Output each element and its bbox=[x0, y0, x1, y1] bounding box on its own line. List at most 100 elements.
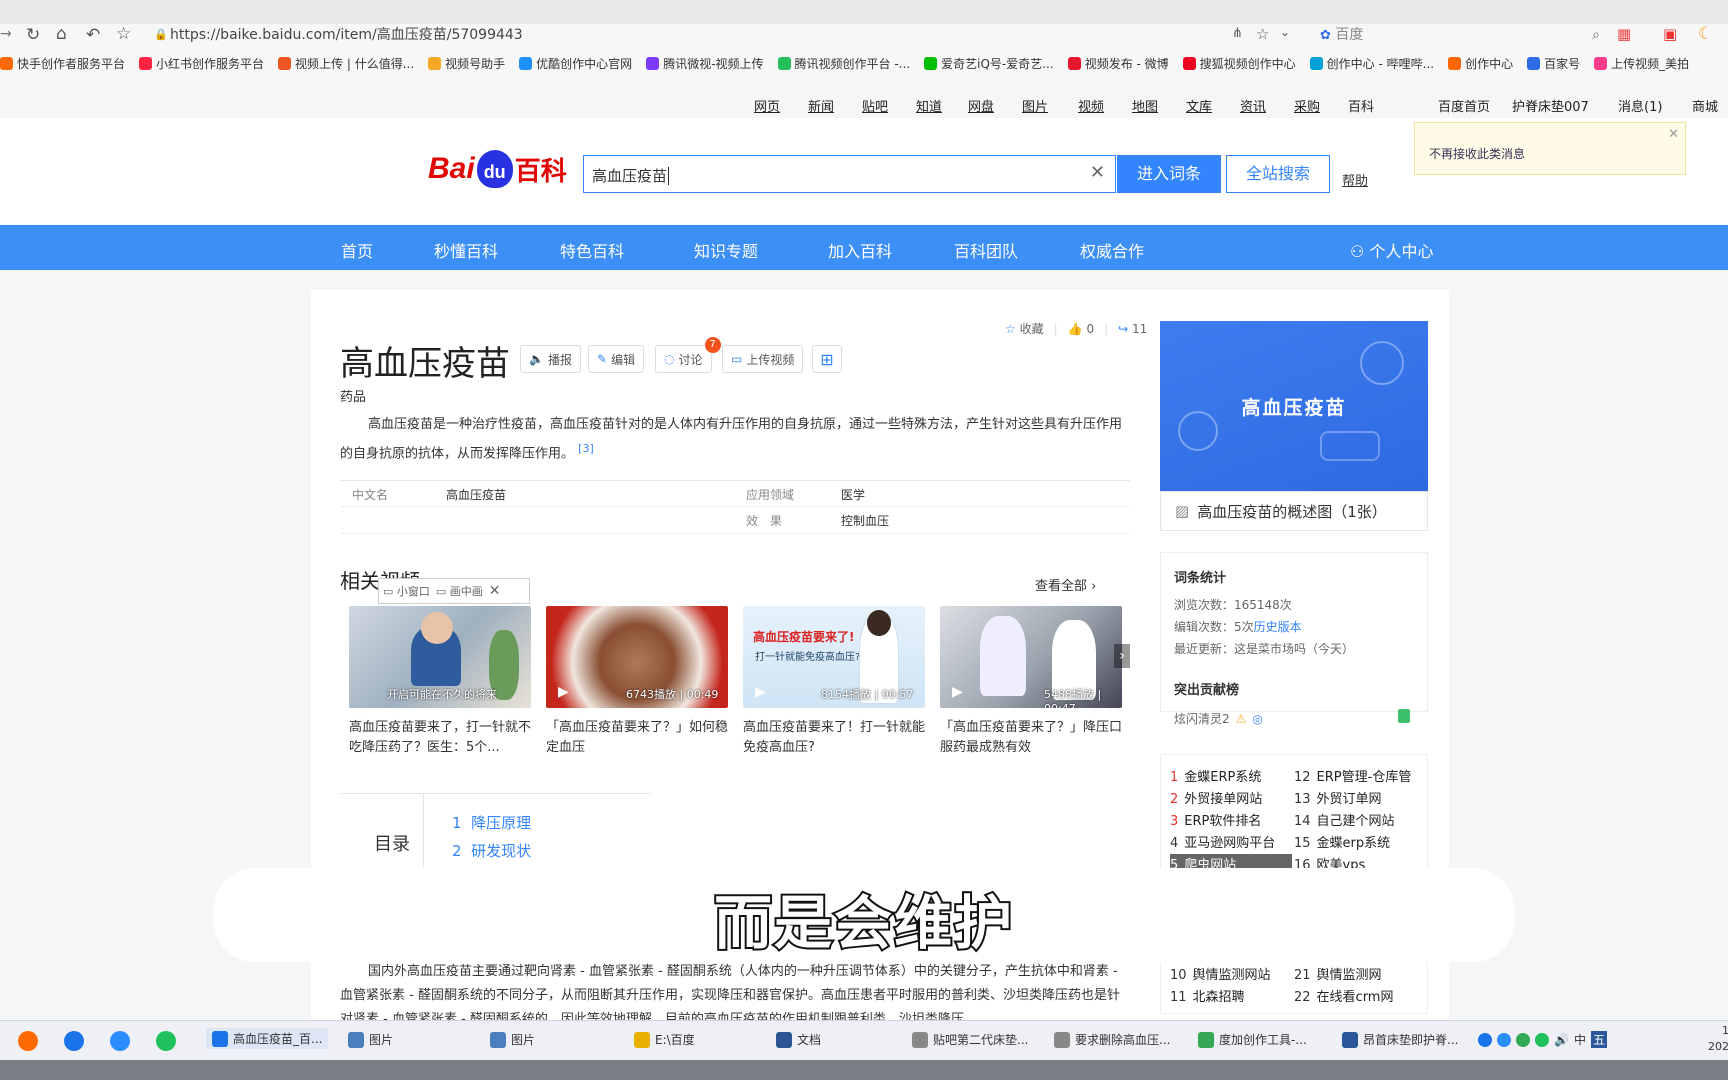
tray-icon[interactable] bbox=[1497, 1032, 1511, 1047]
bookmark-item[interactable]: 快手创作者服务平台 bbox=[0, 48, 125, 78]
cover-image[interactable]: 高血压疫苗 bbox=[1160, 321, 1428, 491]
topnav-link[interactable]: 文库 bbox=[1186, 96, 1212, 115]
taskbar-item[interactable]: 要求删除高血压... bbox=[1054, 1031, 1170, 1048]
summary-ref[interactable]: [3] bbox=[578, 442, 594, 455]
topnav-link[interactable]: 资讯 bbox=[1240, 96, 1266, 115]
bookmark-item[interactable]: 优酷创作中心官网 bbox=[519, 48, 632, 78]
share-icon[interactable]: ⋔ bbox=[1232, 26, 1243, 41]
home-icon[interactable]: ⌂ bbox=[56, 24, 67, 44]
favorite-icon[interactable]: ☆ bbox=[1256, 25, 1269, 43]
close-icon[interactable]: ✕ bbox=[1668, 127, 1679, 142]
moon-icon[interactable]: ☾ bbox=[1698, 24, 1713, 44]
tray-icon[interactable] bbox=[1535, 1032, 1549, 1047]
bookmark-item[interactable]: 创作中心 bbox=[1448, 48, 1513, 78]
bookmark-icon[interactable] bbox=[1398, 709, 1410, 723]
video-caption-2[interactable]: 高血压疫苗要来了！打一针就能免疫高血压? bbox=[743, 718, 929, 758]
main-nav-item[interactable]: 权威合作 bbox=[1080, 238, 1144, 262]
edit-button[interactable]: ✎ 编辑 bbox=[588, 345, 645, 373]
browser-icon[interactable] bbox=[64, 1031, 84, 1051]
topnav-link[interactable]: 新闻 bbox=[808, 96, 834, 115]
taskbar-item[interactable]: 昂首床垫即护脊... bbox=[1342, 1031, 1458, 1048]
main-nav-item[interactable]: 知识专题 bbox=[694, 238, 758, 262]
app-icon[interactable] bbox=[156, 1031, 176, 1051]
forward-icon[interactable]: → bbox=[0, 26, 12, 42]
play-button[interactable]: 🔈 播报 bbox=[520, 345, 581, 373]
main-nav-item[interactable]: 秒懂百科 bbox=[434, 238, 498, 262]
bookmark-item[interactable]: 爱奇艺iQ号-爱奇艺... bbox=[924, 48, 1054, 78]
video-caption-1[interactable]: 「高血压疫苗要来了？」如何稳定血压 bbox=[546, 718, 732, 758]
tray-icon[interactable] bbox=[1516, 1032, 1530, 1047]
ranking-item[interactable]: 12 ERP管理-仓库管 bbox=[1294, 766, 1416, 785]
history-link[interactable]: 历史版本 bbox=[1254, 620, 1302, 634]
bookmark-item[interactable]: 百家号 bbox=[1527, 48, 1580, 78]
taskbar-item[interactable]: 文档 bbox=[776, 1031, 821, 1048]
topnav-link[interactable]: 网盘 bbox=[968, 96, 994, 115]
ranking-item[interactable]: 15 金蝶erp系统 bbox=[1294, 832, 1416, 851]
taskbar-item[interactable]: 贴吧第二代床垫... bbox=[912, 1031, 1028, 1048]
pip-button[interactable]: ▭ 画中画 bbox=[436, 583, 483, 599]
search-icon[interactable]: ⌕ bbox=[1592, 25, 1600, 45]
cover-caption[interactable]: ▨ 高血压疫苗的概述图（1张） bbox=[1160, 491, 1428, 531]
video-thumb-3[interactable]: ▶ 5488播放 | 00:47 bbox=[940, 606, 1122, 708]
clock[interactable]: 1 202 bbox=[1708, 1023, 1728, 1055]
main-nav-item[interactable]: 加入百科 bbox=[828, 238, 892, 262]
contributor[interactable]: 炫闪清灵2 ⚠ ◎ bbox=[1174, 710, 1263, 727]
ranking-item[interactable]: 22 在线看crm网 bbox=[1294, 986, 1416, 1005]
baike-search-input[interactable]: 高血压疫苗 ✕ bbox=[583, 155, 1116, 193]
clear-icon[interactable]: ✕ bbox=[1090, 162, 1105, 183]
bookmark-item[interactable]: 搜狐视频创作中心 bbox=[1182, 48, 1296, 78]
upload-video-button[interactable]: ▭ 上传视频 bbox=[722, 345, 804, 373]
enter-entry-button[interactable]: 进入词条 bbox=[1117, 155, 1221, 193]
bookmark-item[interactable]: 创作中心 - 哔哩哔... bbox=[1309, 48, 1434, 78]
reload-icon[interactable]: ↻ bbox=[26, 25, 40, 45]
firefox-icon[interactable] bbox=[18, 1031, 38, 1051]
help-link[interactable]: 帮助 bbox=[1342, 170, 1368, 189]
topnav-right-link[interactable]: 护脊床垫007 bbox=[1512, 96, 1589, 115]
chevron-down-icon[interactable]: ⌄ bbox=[1280, 25, 1290, 39]
ranking-item[interactable]: 10 舆情监测网站 bbox=[1170, 964, 1292, 983]
topnav-link[interactable]: 网页 bbox=[754, 96, 780, 115]
search-engine-box[interactable]: ✿ 百度 ⌕ bbox=[1320, 25, 1600, 47]
baike-logo[interactable]: Bai du 百科 bbox=[428, 144, 567, 194]
mini-window-button[interactable]: ▭ 小窗口 bbox=[383, 583, 430, 599]
taskbar-item[interactable]: 图片 bbox=[490, 1031, 535, 1048]
ranking-item[interactable]: 2 外贸接单网站 bbox=[1170, 788, 1292, 807]
taskbar-item[interactable]: 度加创作工具-... bbox=[1198, 1031, 1307, 1048]
bookmark-item[interactable]: 腾讯视频创作平台 -... bbox=[777, 48, 910, 78]
topnav-link[interactable]: 百科 bbox=[1348, 96, 1374, 115]
add-icon[interactable]: ⊞ bbox=[812, 345, 842, 373]
toc-item-1[interactable]: 2 研发现状 bbox=[452, 840, 531, 861]
undo-icon[interactable]: ↶ bbox=[86, 25, 100, 45]
topnav-link[interactable]: 视频 bbox=[1078, 96, 1104, 115]
video-caption-0[interactable]: 高血压疫苗要来了，打一针就不吃降压药了？医生：5个... bbox=[349, 718, 535, 758]
apps-icon[interactable]: ▦ bbox=[1617, 25, 1631, 43]
collect-button[interactable]: ☆ 收藏 bbox=[1005, 320, 1044, 337]
video-caption-3[interactable]: 「高血压疫苗要来了？」降压口服药最成熟有效 bbox=[940, 718, 1126, 758]
user-center-link[interactable]: ⚇ 个人中心 bbox=[1350, 238, 1433, 262]
ranking-item[interactable]: 13 外贸订单网 bbox=[1294, 788, 1416, 807]
tray-icon[interactable] bbox=[1478, 1032, 1492, 1047]
ranking-item[interactable]: 1 金蝶ERP系统 bbox=[1170, 766, 1292, 785]
close-icon[interactable]: ✕ bbox=[489, 583, 501, 599]
topnav-link[interactable]: 地图 bbox=[1132, 96, 1158, 115]
ime-indicator[interactable]: 中 bbox=[1574, 1031, 1586, 1048]
taskbar-item[interactable]: 图片 bbox=[348, 1031, 393, 1048]
taskbar-item[interactable]: 高血压疫苗_百... bbox=[206, 1028, 329, 1049]
ranking-item[interactable]: 14 自己建个网站 bbox=[1294, 810, 1416, 829]
main-nav-item[interactable]: 首页 bbox=[341, 238, 373, 262]
topnav-right-link[interactable]: 百度首页 bbox=[1438, 96, 1490, 115]
topnav-right-link[interactable]: 商城 bbox=[1692, 96, 1718, 115]
carousel-next-icon[interactable]: › bbox=[1114, 644, 1130, 668]
share-button[interactable]: ↪ 11 bbox=[1118, 322, 1147, 336]
main-nav-item[interactable]: 特色百科 bbox=[560, 238, 624, 262]
taskbar-item[interactable]: E:\百度 bbox=[634, 1031, 695, 1048]
ranking-item[interactable]: 11 北森招聘 bbox=[1170, 986, 1292, 1005]
volume-icon[interactable]: 🔊 bbox=[1554, 1033, 1569, 1047]
bookmark-item[interactable]: 视频号助手 bbox=[428, 48, 505, 78]
ranking-item[interactable]: 21 舆情监测网 bbox=[1294, 964, 1416, 983]
topnav-link[interactable]: 图片 bbox=[1022, 96, 1048, 115]
notice-text[interactable]: 不再接收此类消息 bbox=[1429, 147, 1525, 161]
bookmark-item[interactable]: 小红书创作服务平台 bbox=[139, 48, 264, 78]
bookmark-item[interactable]: 视频发布 - 微博 bbox=[1067, 48, 1169, 78]
topnav-right-link[interactable]: 消息(1) bbox=[1618, 96, 1662, 115]
